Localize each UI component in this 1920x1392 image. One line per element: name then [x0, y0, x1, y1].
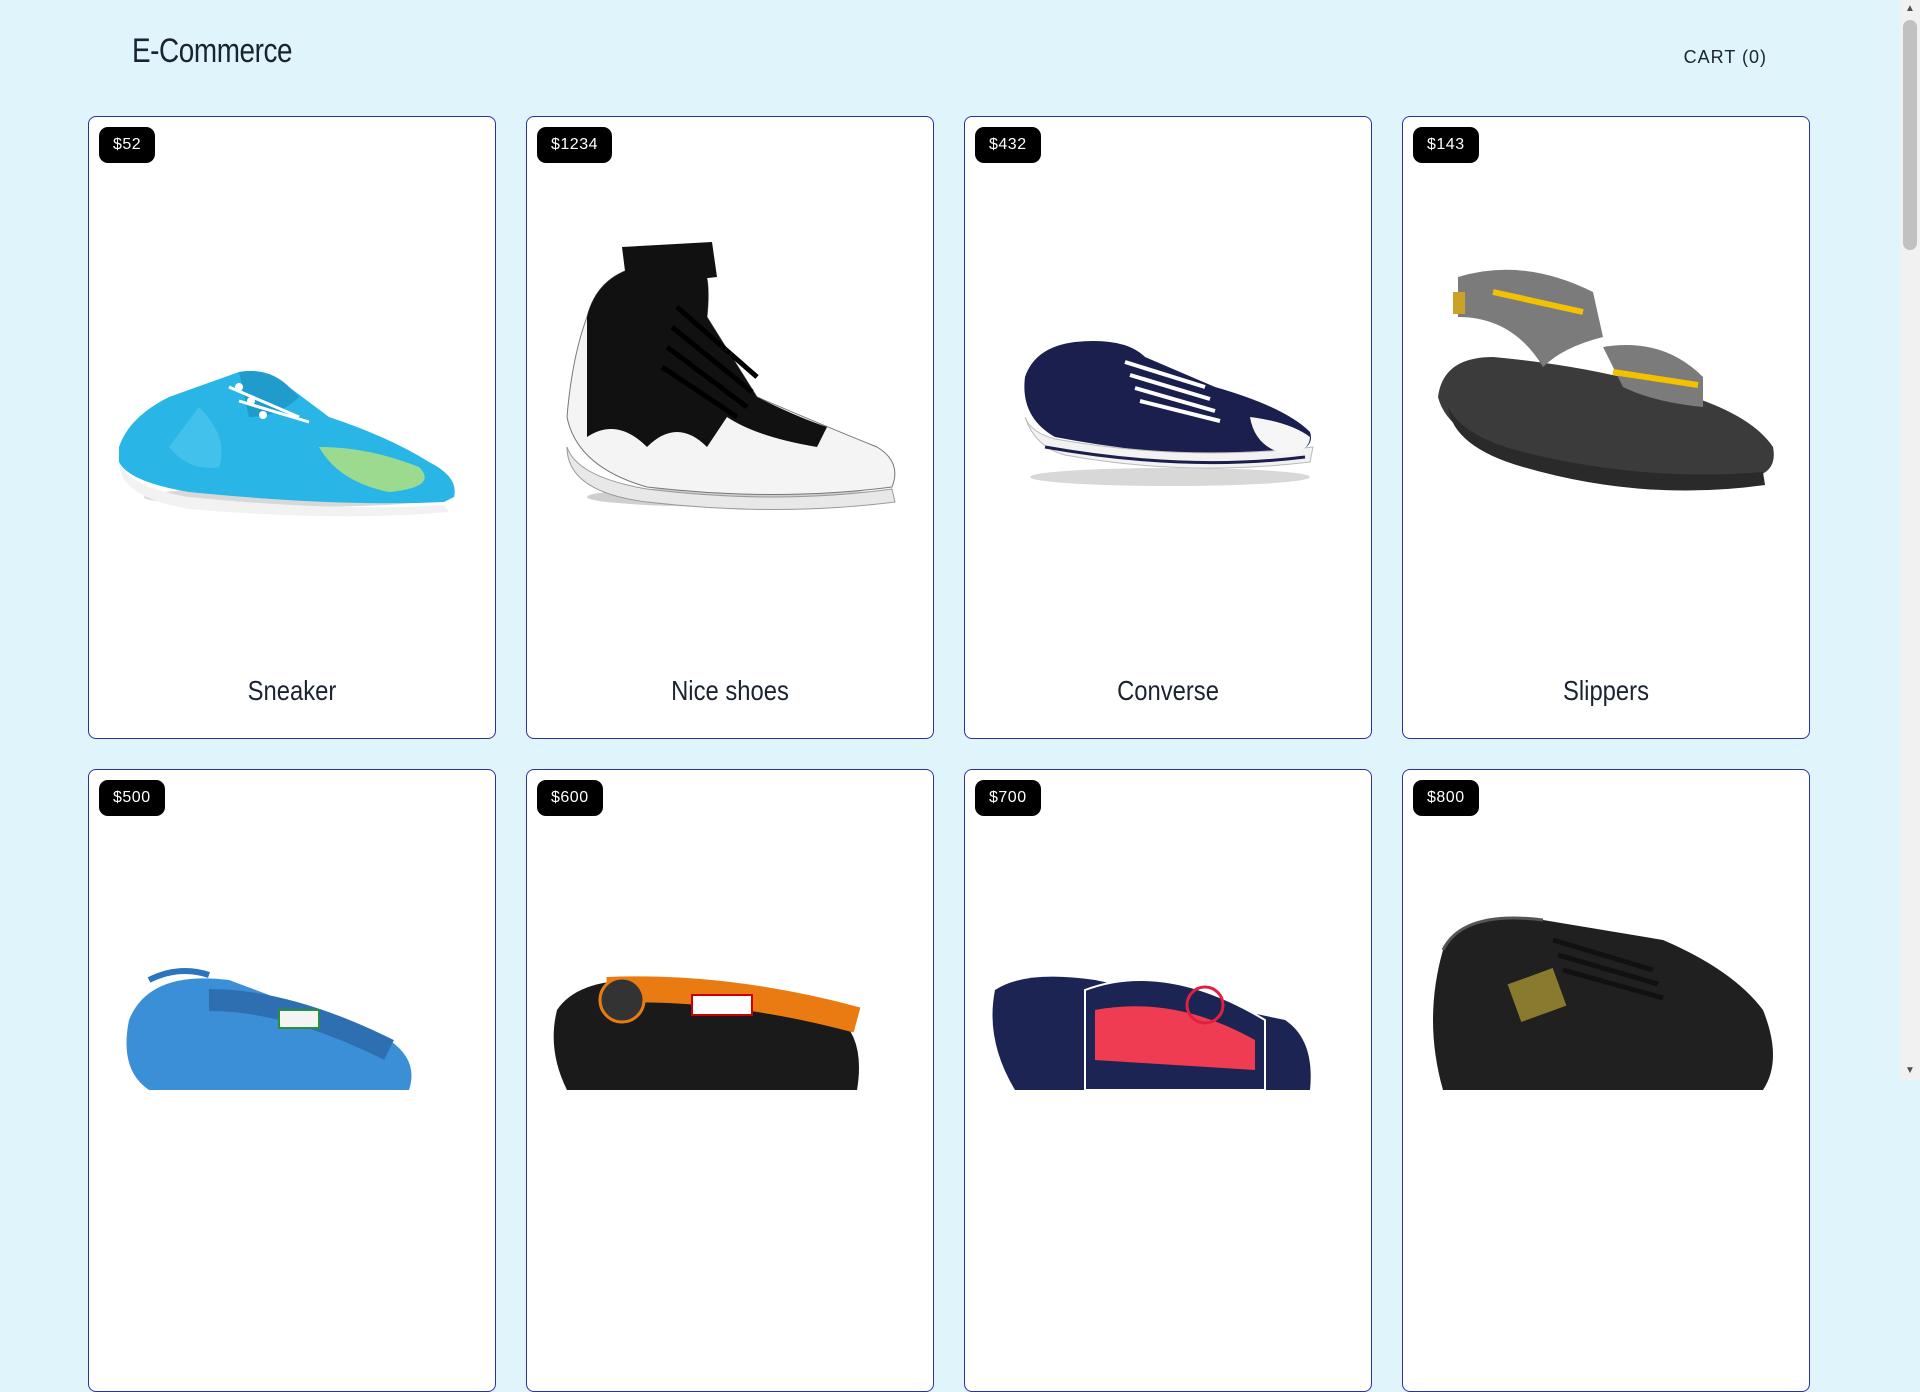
product-name: Sneaker: [247, 675, 337, 706]
product-card[interactable]: $500: [88, 769, 496, 1392]
product-card[interactable]: $143 Slippers: [1402, 116, 1810, 739]
blue-flip-flop-image: [126, 968, 412, 1090]
price-badge: $52: [99, 127, 156, 163]
scroll-thumb[interactable]: [1903, 20, 1917, 250]
scroll-up-arrow-icon[interactable]: ▲: [1900, 0, 1920, 18]
vertical-scrollbar[interactable]: ▲ ▼: [1900, 0, 1920, 1080]
product-card[interactable]: $52 Sneaker: [88, 116, 496, 739]
scroll-down-arrow-icon[interactable]: ▼: [1900, 1062, 1920, 1080]
product-grid: $52 Sneaker $1234 Nice shoes $432 Conver…: [88, 116, 1810, 1392]
blue-sneaker-image: [119, 371, 455, 517]
price-badge: $500: [99, 780, 165, 816]
navy-converse-image: [1024, 341, 1314, 486]
product-card[interactable]: $800: [1402, 769, 1810, 1392]
price-badge: $800: [1413, 780, 1479, 816]
price-badge: $700: [975, 780, 1041, 816]
orange-flip-flop-image: [553, 976, 861, 1090]
high-top-sneaker-image: [566, 242, 896, 510]
grey-sandal-image: [1438, 269, 1774, 491]
price-badge: $143: [1413, 127, 1479, 163]
product-card[interactable]: $600: [526, 769, 934, 1392]
product-card[interactable]: $700: [964, 769, 1372, 1392]
cart-link[interactable]: CART (0): [1684, 47, 1767, 68]
price-badge: $432: [975, 127, 1041, 163]
product-card[interactable]: $1234 Nice shoes: [526, 116, 934, 739]
red-navy-slide-image: [992, 976, 1311, 1091]
product-name: Slippers: [1562, 675, 1649, 706]
price-badge: $600: [537, 780, 603, 816]
site-logo[interactable]: E-Commerce: [132, 32, 293, 71]
black-sport-shoe-image: [1433, 916, 1773, 1090]
price-badge: $1234: [537, 127, 612, 163]
site-header: E-Commerce CART (0): [0, 0, 1900, 110]
product-card[interactable]: $432 Converse: [964, 116, 1372, 739]
product-name: Nice shoes: [671, 675, 789, 706]
product-name: Converse: [1117, 675, 1219, 706]
